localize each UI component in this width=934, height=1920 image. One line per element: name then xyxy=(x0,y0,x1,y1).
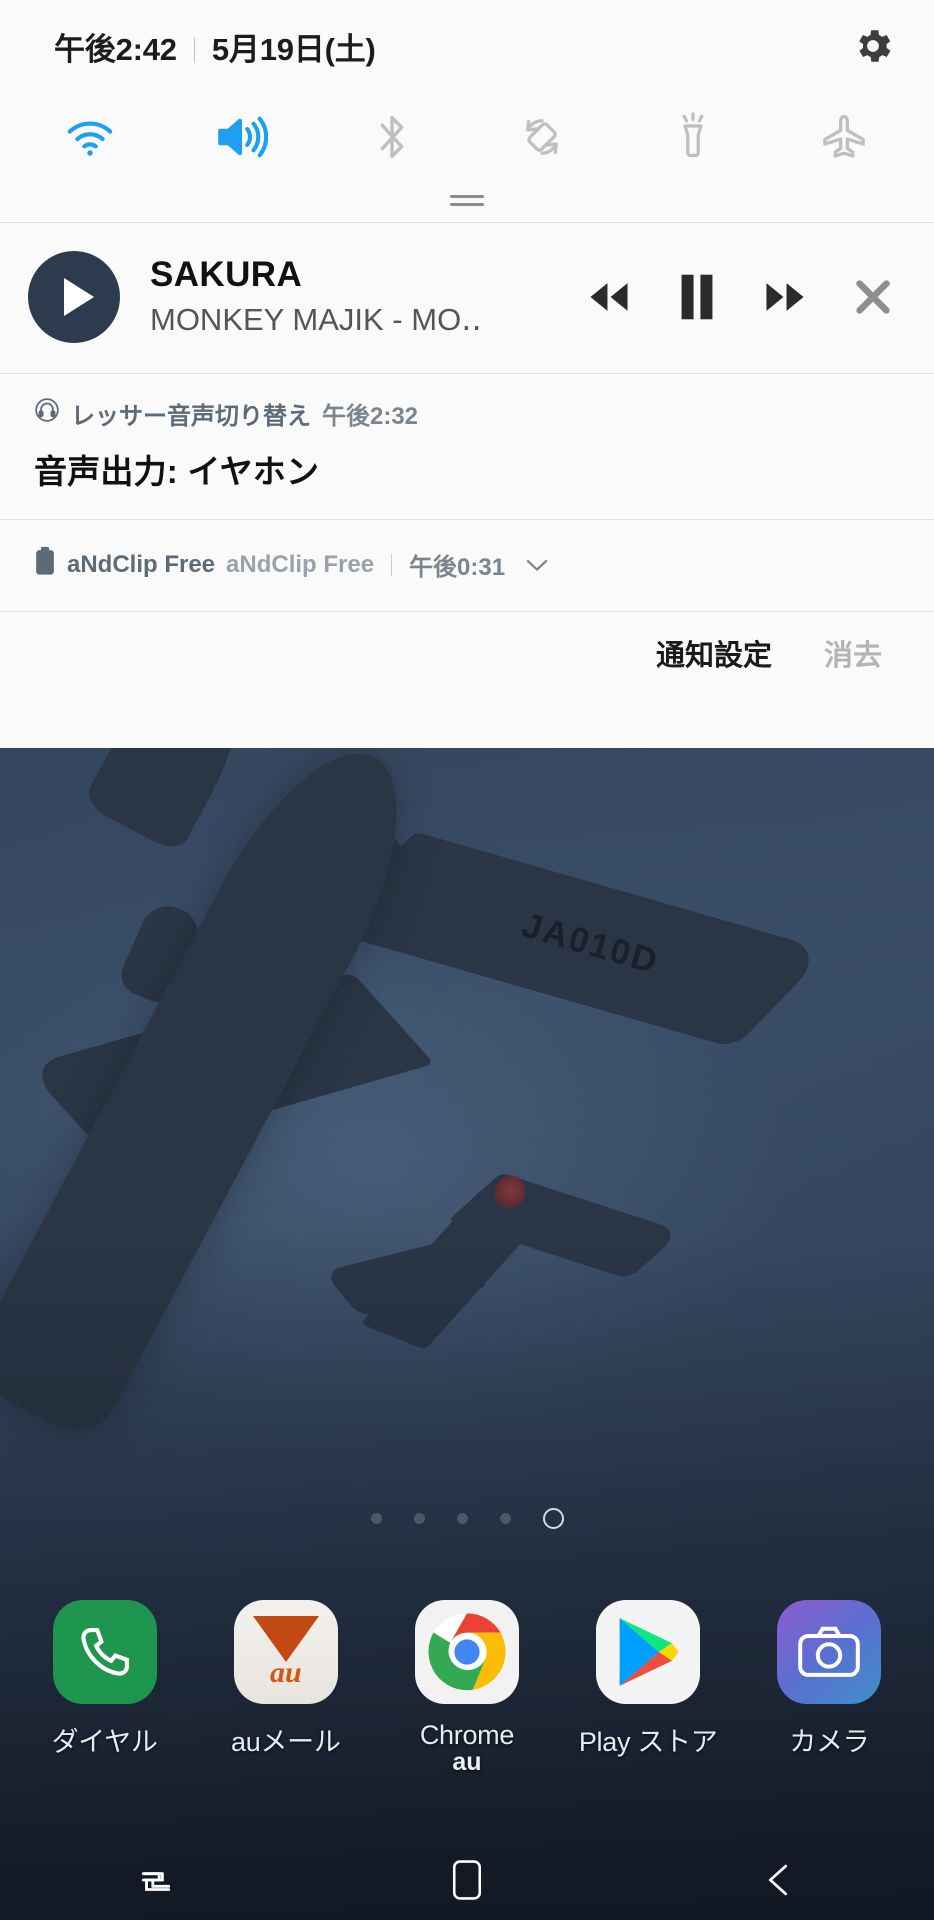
chrome-icon xyxy=(414,1600,519,1704)
au-wordmark: au xyxy=(269,1656,302,1689)
sound-tile[interactable] xyxy=(195,102,287,172)
notification-timestamp: 午後2:32 xyxy=(322,403,419,430)
quick-settings-toggles xyxy=(0,92,934,178)
notification-app-name: aNdClip Free xyxy=(67,550,216,578)
app-play-store[interactable]: Play ストア xyxy=(573,1600,723,1759)
notification-app-name: レッサー音声切り替え xyxy=(71,403,311,430)
status-clock: 午後2:42 5月19日(土) xyxy=(54,24,376,69)
wallpaper-vignette xyxy=(0,1228,934,1920)
page-dot[interactable] xyxy=(370,1513,382,1524)
chevron-down-icon[interactable] xyxy=(524,555,550,575)
notification-title: aNdClip Free xyxy=(226,550,375,578)
drag-handle-lines xyxy=(450,194,484,206)
phone-screen: JA010D ダイヤル au auメール Chrome Play ストア カメラ… xyxy=(0,0,934,1920)
page-dot[interactable] xyxy=(413,1513,425,1524)
play-circle-icon[interactable] xyxy=(28,251,120,343)
media-controls xyxy=(582,270,904,324)
camera-icon xyxy=(777,1600,882,1704)
app-label: Chrome xyxy=(419,1720,515,1750)
play-triangle-icon xyxy=(64,278,94,316)
phone-icon xyxy=(52,1600,157,1704)
au-mail-icon: au xyxy=(233,1600,338,1704)
page-dot-active[interactable] xyxy=(542,1508,564,1529)
media-subtitle: MONKEY MAJIK - MO‥ xyxy=(150,302,482,338)
clock-date: 5月19日(土) xyxy=(211,31,376,67)
notification-header: aNdClip Free aNdClip Free 午後0:31 xyxy=(34,546,904,583)
fast-forward-button[interactable] xyxy=(758,270,812,324)
pause-button[interactable] xyxy=(670,270,724,324)
wifi-tile[interactable] xyxy=(44,102,136,172)
media-text-block: SAKURA MONKEY MAJIK - MO‥ xyxy=(150,254,582,341)
notification-andclip[interactable]: aNdClip Free aNdClip Free 午後0:31 xyxy=(0,520,934,611)
page-dot[interactable] xyxy=(456,1513,468,1524)
back-button[interactable] xyxy=(718,1848,838,1912)
shade-action-bar: 通知設定 消去 xyxy=(0,612,934,694)
headphone-icon xyxy=(34,397,60,430)
notification-timestamp: 午後0:31 xyxy=(409,554,506,581)
page-indicator xyxy=(0,1508,934,1529)
nav-bar xyxy=(0,1840,934,1920)
app-dial[interactable]: ダイヤル xyxy=(30,1600,180,1759)
drag-line xyxy=(450,202,484,206)
clock-separator xyxy=(193,36,195,63)
notification-shade: 午後2:42 5月19日(土) SAKURA MONKEY MAJIK - MO… xyxy=(0,0,934,748)
app-dock: ダイヤル au auメール Chrome Play ストア カメラ xyxy=(0,1600,934,1759)
app-au-mail[interactable]: au auメール xyxy=(211,1600,361,1759)
drag-line xyxy=(450,194,484,198)
airplane-tile[interactable] xyxy=(798,102,890,172)
chrome-au-badge: au xyxy=(452,1748,482,1776)
quick-settings-header: 午後2:42 5月19日(土) xyxy=(0,0,934,92)
header-separator xyxy=(391,553,393,576)
page-dot[interactable] xyxy=(499,1513,511,1524)
notification-settings-button[interactable]: 通知設定 xyxy=(656,632,772,674)
flashlight-tile[interactable] xyxy=(647,102,739,172)
rewind-button[interactable] xyxy=(582,270,636,324)
notification-body: 音声出力: イヤホン xyxy=(34,453,320,490)
notification-header: レッサー音声切り替え 午後2:32 xyxy=(34,396,904,431)
gear-icon[interactable] xyxy=(846,19,900,73)
close-icon[interactable] xyxy=(846,270,900,324)
app-camera[interactable]: カメラ xyxy=(754,1600,904,1759)
clear-all-button[interactable]: 消去 xyxy=(824,632,882,674)
clipboard-icon xyxy=(34,546,56,583)
app-chrome[interactable]: Chrome xyxy=(392,1600,542,1751)
recents-button[interactable] xyxy=(96,1848,216,1912)
play-store-icon xyxy=(596,1600,701,1704)
bluetooth-tile[interactable] xyxy=(346,102,438,172)
media-title: SAKURA xyxy=(150,254,303,294)
clock-time: 午後2:42 xyxy=(54,31,177,67)
shade-drag-handle[interactable] xyxy=(0,178,934,222)
auto-rotate-tile[interactable] xyxy=(496,102,588,172)
notification-media[interactable]: SAKURA MONKEY MAJIK - MO‥ xyxy=(0,223,934,373)
notification-audio-switch[interactable]: レッサー音声切り替え 午後2:32 音声出力: イヤホン xyxy=(0,374,934,519)
home-button[interactable] xyxy=(407,1848,527,1912)
